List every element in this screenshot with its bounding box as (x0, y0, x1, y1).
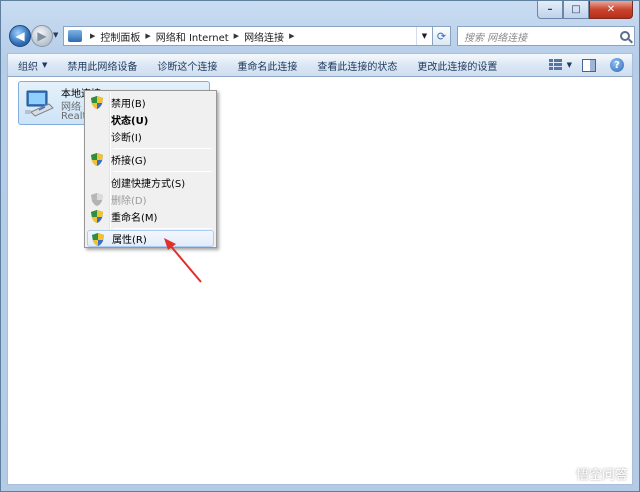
help-icon[interactable]: ? (610, 58, 624, 72)
search-input[interactable]: 搜索 网络连接 (457, 26, 635, 46)
watermark: 悟空问答 (549, 462, 628, 484)
menu-item-disable[interactable]: 禁用(B) (87, 94, 214, 111)
menu-item-status[interactable]: 状态(U) (87, 111, 214, 128)
uac-shield-icon (92, 233, 104, 246)
menu-item-label: 诊断(I) (111, 133, 142, 144)
menu-separator (113, 148, 212, 149)
connection-adapter: Realt (61, 111, 87, 122)
watermark-text: 悟空问答 (575, 467, 628, 483)
disable-device-button[interactable]: 禁用此网络设备 (57, 54, 147, 76)
menu-item-label: 创建快捷方式(S) (111, 179, 186, 190)
menu-item-diagnose[interactable]: 诊断(I) (87, 128, 214, 145)
menu-item-label: 禁用(B) (111, 99, 146, 110)
menu-item-create-shortcut[interactable]: 创建快捷方式(S) (87, 174, 214, 191)
uac-shield-icon (91, 210, 103, 223)
maximize-button[interactable]: □ (563, 1, 589, 19)
breadcrumb-item-control-panel[interactable]: 控制面板 (100, 29, 140, 44)
address-bar[interactable]: ▶ 控制面板 ▶ 网络和 Internet ▶ 网络连接 ▶ ▼ (63, 26, 433, 46)
breadcrumb-separator-icon[interactable]: ▶ (145, 32, 150, 40)
organize-menu-button[interactable]: 组织 ▼ (8, 54, 57, 76)
menu-item-rename[interactable]: 重命名(M) (87, 208, 214, 225)
watermark-logo-icon (549, 462, 572, 484)
breadcrumb-separator-icon[interactable]: ▶ (90, 32, 95, 40)
menu-item-label: 属性(R) (112, 235, 147, 246)
chevron-down-icon: ▼ (42, 61, 48, 69)
forward-button[interactable]: ▶ (31, 25, 53, 47)
menu-item-label: 重命名(M) (111, 213, 158, 224)
breadcrumb-item-network-internet[interactable]: 网络和 Internet (156, 29, 229, 44)
rename-connection-button[interactable]: 重命名此连接 (227, 54, 307, 76)
change-settings-button[interactable]: 更改此连接的设置 (407, 54, 507, 76)
recent-pages-chevron-down-icon[interactable]: ▼ (53, 31, 58, 39)
breadcrumb-item-network-connections[interactable]: 网络连接 (244, 29, 284, 44)
caption-buttons: – □ ✕ (537, 1, 633, 19)
uac-shield-icon (91, 96, 103, 109)
change-view-icon[interactable] (548, 59, 563, 71)
close-button[interactable]: ✕ (589, 1, 633, 19)
address-bar-end: ▼ (416, 27, 432, 45)
search-icon[interactable] (620, 31, 630, 41)
preview-pane-icon[interactable] (582, 58, 596, 72)
uac-shield-icon (91, 153, 103, 166)
menu-item-delete: 删除(D) (87, 191, 214, 208)
uac-shield-icon (91, 193, 103, 206)
menu-item-properties[interactable]: 属性(R) (87, 230, 214, 247)
command-bar-right: ▼ ? (545, 54, 632, 76)
minimize-button[interactable]: – (537, 1, 563, 19)
refresh-button[interactable]: ⟳ (433, 26, 451, 46)
address-history-chevron-down-icon[interactable]: ▼ (416, 27, 432, 45)
view-options-chevron-down-icon[interactable]: ▼ (567, 61, 572, 69)
menu-separator (113, 171, 212, 172)
menu-separator (113, 228, 212, 229)
back-button[interactable]: ◀ (9, 25, 31, 47)
view-status-button[interactable]: 查看此连接的状态 (307, 54, 407, 76)
control-panel-icon (68, 30, 82, 42)
diagnose-connection-button[interactable]: 诊断这个连接 (147, 54, 227, 76)
command-bar: 组织 ▼ 禁用此网络设备 诊断这个连接 重命名此连接 查看此连接的状态 更改此连… (7, 53, 633, 77)
navigation-bar: ◀ ▶ ▼ ▶ 控制面板 ▶ 网络和 Internet ▶ 网络连接 ▶ ▼ ⟳… (7, 23, 635, 49)
search-placeholder: 搜索 网络连接 (464, 32, 528, 44)
breadcrumb-separator-icon[interactable]: ▶ (234, 32, 239, 40)
organize-label: 组织 (18, 61, 38, 73)
context-menu: 禁用(B) 状态(U) 诊断(I) 桥接(G) 创建快捷方式(S) 删除(D) … (84, 90, 217, 248)
breadcrumb-separator-icon[interactable]: ▶ (289, 32, 294, 40)
menu-item-label: 桥接(G) (111, 156, 147, 167)
breadcrumb: ▶ 控制面板 ▶ 网络和 Internet ▶ 网络连接 ▶ (85, 29, 299, 44)
network-adapter-icon (25, 90, 54, 117)
menu-item-label: 状态(U) (111, 116, 149, 127)
menu-item-bridge[interactable]: 桥接(G) (87, 151, 214, 168)
menu-item-label: 删除(D) (111, 196, 147, 207)
